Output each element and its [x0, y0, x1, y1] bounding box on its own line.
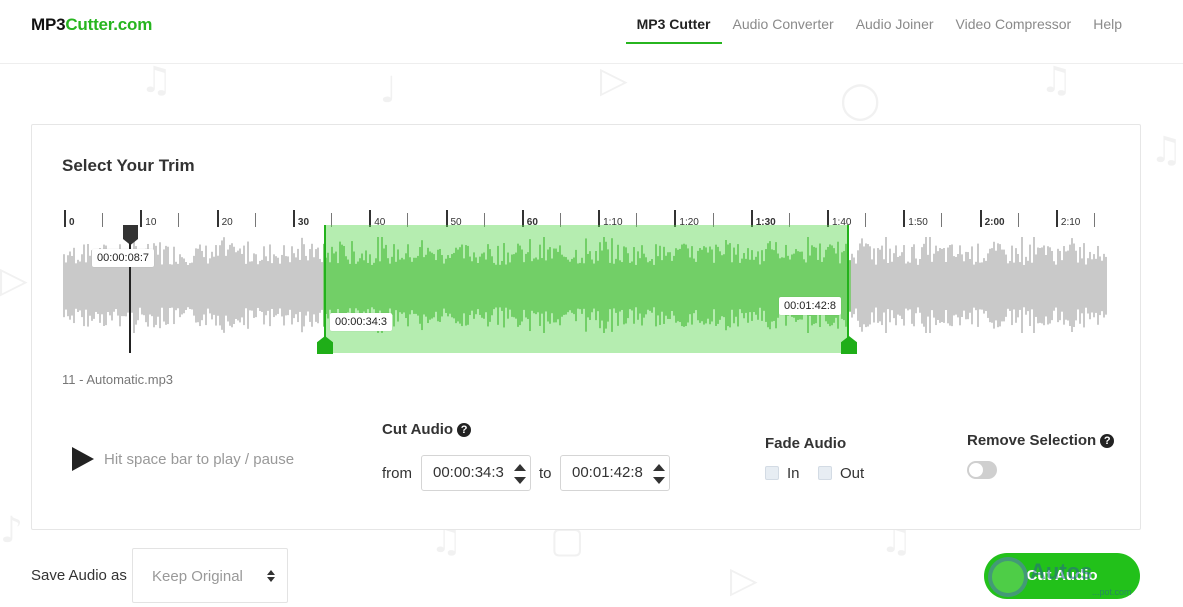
question-circle-icon[interactable]: ? [1100, 434, 1115, 448]
save-format-select[interactable]: Keep Original [132, 548, 288, 603]
fade-in-checkbox[interactable] [765, 466, 779, 480]
fade-in-label: In [787, 465, 800, 482]
save-format-value: Keep Original [152, 568, 243, 585]
fade-out-label: Out [840, 465, 865, 482]
from-time-input[interactable]: 00:00:34:3 [421, 455, 531, 491]
play-hint: Hit space bar to play / pause [104, 451, 295, 468]
from-label: from [382, 465, 412, 482]
main-nav: MP3 Cutter Audio Converter Audio Joiner … [625, 0, 1133, 64]
cut-audio-label-text: Cut Audio [382, 421, 454, 438]
play-icon[interactable] [72, 447, 94, 471]
nav-item-audio-converter[interactable]: Audio Converter [722, 0, 845, 44]
trim-selection[interactable] [324, 225, 849, 353]
trim-editor-card: Select Your Trim 0 10 20 30 40 50 60 1:10 1:20 1:… [31, 124, 1141, 530]
file-name: 11 - Automatic.mp3 [62, 372, 174, 387]
fade-out-checkbox[interactable] [818, 466, 832, 480]
editor-title: Select Your Trim [62, 156, 195, 175]
remove-selection-label: Remove Selection? [967, 432, 1115, 449]
selection-end-time: 00:01:42:8 [779, 297, 841, 315]
selection-start-time: 00:00:34:3 [330, 313, 392, 331]
timeline-ruler[interactable]: 0 10 20 30 40 50 60 1:10 1:20 1:30 1:40 1:50 2:00 2:1… [64, 205, 1109, 228]
from-time-stepper[interactable] [514, 464, 526, 484]
cut-audio-button[interactable]: Cut Audio [984, 553, 1140, 599]
save-audio-label: Save Audio as [31, 567, 127, 584]
nav-item-video-compressor[interactable]: Video Compressor [945, 0, 1083, 44]
logo-text: MP3 [31, 15, 66, 34]
remove-selection-toggle[interactable] [967, 461, 997, 479]
from-time-value: 00:00:34:3 [433, 464, 504, 481]
nav-item-help[interactable]: Help [1082, 0, 1133, 44]
remove-selection-label-text: Remove Selection [967, 432, 1097, 449]
logo-accent-text: Cutter.com [65, 15, 153, 34]
top-header: MP3Cutter.com MP3 Cutter Audio Converter… [0, 0, 1183, 64]
nav-item-audio-joiner[interactable]: Audio Joiner [845, 0, 945, 44]
question-circle-icon[interactable]: ? [457, 423, 472, 437]
site-logo[interactable]: MP3Cutter.com [31, 15, 152, 35]
waveform-area[interactable]: 00:00:34:3 00:01:42:8 00:00:08:7 [62, 225, 1110, 355]
fade-audio-label: Fade Audio [765, 435, 847, 452]
playhead-time: 00:00:08:7 [92, 249, 154, 267]
to-time-input[interactable]: 00:01:42:8 [560, 455, 670, 491]
select-arrows-icon [267, 570, 275, 582]
toggle-knob [969, 463, 983, 477]
nav-item-mp3-cutter[interactable]: MP3 Cutter [625, 0, 722, 44]
cut-audio-label: Cut Audio? [382, 421, 472, 438]
to-time-stepper[interactable] [653, 464, 665, 484]
to-label: to [539, 465, 552, 482]
to-time-value: 00:01:42:8 [572, 464, 643, 481]
